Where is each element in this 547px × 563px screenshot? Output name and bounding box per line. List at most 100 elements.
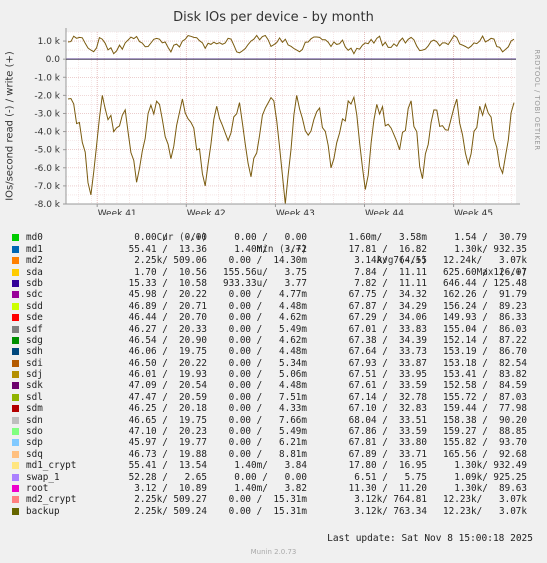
- legend-cur: 1.70 / 10.56: [134, 266, 207, 278]
- legend-swatch: [12, 416, 19, 424]
- y-ticks: 1.0 k 0.0 -1.0 k -2.0 k -3.0 k -4.0 k -5.0 k -6…: [34, 37, 66, 210]
- legend-max: 646.44 / 125.48: [443, 277, 527, 289]
- footer-version: Munin 2.0.73: [250, 548, 297, 556]
- legend-swatch: [12, 382, 19, 390]
- legend-avg: 67.14 / 32.78: [348, 391, 427, 403]
- legend-row: md1_crypt 55.41 / 13.54 1.40m/ 3.84 17.80 /…: [12, 460, 537, 471]
- legend-header: Cur (-/+) Min (-/+) Avg (-/+) Max (-/+): [12, 221, 537, 277]
- legend-max: 155.04 / 86.03: [443, 323, 527, 335]
- legend-max: 625.60 / 126.07: [443, 266, 527, 278]
- legend-avg: 67.86 / 33.59: [348, 426, 427, 438]
- legend-row: sdp 45.97 / 19.77 0.00 / 6.21m 67.81 / 33.8…: [12, 437, 537, 448]
- legend-avg: 67.61 / 33.59: [348, 380, 427, 392]
- legend-row: md1 55.41 / 13.36 1.40m/ 3.72 17.81 / 16.82…: [12, 244, 537, 255]
- legend-name: md2_crypt: [26, 494, 77, 506]
- legend-name: sda: [26, 266, 43, 278]
- legend-cur: 2.25k/ 509.06: [134, 255, 207, 267]
- legend-avg: 11.30 / 11.20: [348, 482, 427, 494]
- legend-cur: 46.73 / 19.88: [128, 448, 207, 460]
- legend-max: 1.09k/ 925.25: [454, 471, 527, 483]
- legend-row: sda 1.70 / 10.56 155.56u/ 3.75 7.84 / 11.11…: [12, 267, 537, 278]
- legend-avg: 3.12k/ 764.81: [354, 494, 427, 506]
- legend-max: 1.30k/ 89.63: [454, 482, 527, 494]
- x-tick-label: Week 41: [98, 209, 137, 215]
- legend-name: sdg: [26, 334, 43, 346]
- legend-max: 153.41 / 83.82: [443, 369, 527, 381]
- legend-row: sdg 46.54 / 20.90 0.00 / 4.62m 67.38 / 34.3…: [12, 335, 537, 346]
- legend-min: 1.40m/ 3.84: [234, 460, 307, 472]
- x-ticks: Week 41 Week 42 Week 43 Week 44 Week 45: [96, 204, 493, 215]
- legend-name: sdq: [26, 448, 43, 460]
- legend-max: 12.23k/ 3.07k: [443, 505, 527, 517]
- legend-min: 0.00 / 5.06m: [228, 369, 307, 381]
- legend-swatch: [12, 234, 19, 242]
- legend-name: sdd: [26, 300, 43, 312]
- legend-name: sdi: [26, 357, 43, 369]
- legend-name: sdk: [26, 380, 43, 392]
- legend-max: 165.56 / 92.68: [443, 448, 527, 460]
- legend-cur: 2.25k/ 509.27: [134, 494, 207, 506]
- legend-name: sdl: [26, 391, 43, 403]
- legend-max: 1.30k/ 932.35: [454, 243, 527, 255]
- legend-name: sdm: [26, 403, 43, 415]
- legend-max: 12.24k/ 3.07k: [443, 255, 527, 267]
- legend-max: 1.54 / 30.79: [454, 232, 527, 244]
- legend-name: sdf: [26, 323, 43, 335]
- legend-swatch: [12, 348, 19, 356]
- legend-avg: 67.64 / 33.73: [348, 346, 427, 358]
- legend-cur: 45.98 / 20.22: [128, 289, 207, 301]
- x-tick-label: Week 44: [365, 209, 404, 215]
- legend-min: 0.00 / 7.51m: [228, 391, 307, 403]
- legend-name: md1_crypt: [26, 460, 77, 472]
- legend-min: 0.00 / 4.48m: [228, 346, 307, 358]
- legend-row: md2_crypt 2.25k/ 509.27 0.00 / 15.31m 3.12k…: [12, 494, 537, 505]
- legend-row: swap_1 52.28 / 2.65 0.00 / 0.00 6.51 / 5.75…: [12, 472, 537, 483]
- legend-row: sdn 46.65 / 19.75 0.00 / 7.66m 68.04 / 33.5…: [12, 415, 537, 426]
- legend-cur: 55.41 / 13.36: [128, 243, 207, 255]
- legend-min: 0.00 / 14.30m: [228, 255, 307, 267]
- legend-avg: 3.14k/ 764.55: [354, 255, 427, 267]
- legend-min: 0.00 / 15.31m: [228, 494, 307, 506]
- legend-cur: 46.89 / 20.71: [128, 300, 207, 312]
- legend-max: 152.14 / 87.22: [443, 334, 527, 346]
- legend-swatch: [12, 450, 19, 458]
- legend-row: sdh 46.06 / 19.75 0.00 / 4.48m 67.64 / 33.7…: [12, 346, 537, 357]
- legend-min: 0.00 / 0.00: [234, 232, 307, 244]
- legend-row: md0 0.00 / 0.00 0.00 / 0.00 1.60m/ 3.58m 1.5…: [12, 232, 537, 243]
- legend-name: md0: [26, 232, 43, 244]
- legend-swatch: [12, 245, 19, 253]
- legend-min: 0.00 / 4.33m: [228, 403, 307, 415]
- legend-swatch: [12, 405, 19, 413]
- legend-min: 155.56u/ 3.75: [223, 266, 307, 278]
- legend-name: md2: [26, 255, 43, 267]
- legend-name: sdo: [26, 426, 43, 438]
- legend-avg: 67.29 / 34.06: [348, 312, 427, 324]
- y-tick-label: 0.0: [46, 55, 61, 65]
- legend-name: sdh: [26, 346, 43, 358]
- legend-swatch: [12, 314, 19, 322]
- legend-cur: 3.12 / 10.89: [134, 482, 207, 494]
- legend-name: md1: [26, 243, 43, 255]
- legend-min: 0.00 / 0.00: [234, 471, 307, 483]
- legend-cur: 55.41 / 13.54: [128, 460, 207, 472]
- legend-avg: 67.89 / 33.71: [348, 448, 427, 460]
- legend-cur: 46.50 / 20.22: [128, 357, 207, 369]
- legend-cur: 46.06 / 19.75: [128, 346, 207, 358]
- legend-avg: 67.01 / 33.83: [348, 323, 427, 335]
- legend-name: sdn: [26, 414, 43, 426]
- legend-cur: 47.09 / 20.54: [128, 380, 207, 392]
- legend-name: sdb: [26, 277, 43, 289]
- legend-swatch: [12, 325, 19, 333]
- last-update: Last update: Sat Nov 8 15:00:18 2025: [327, 533, 533, 544]
- legend-avg: 67.38 / 34.39: [348, 334, 427, 346]
- chart-plot: 1.0 k 0.0 -1.0 k -2.0 k -3.0 k -4.0 k -5.0 k -6…: [34, 28, 520, 215]
- legend-min: 0.00 / 4.62m: [228, 334, 307, 346]
- legend-swatch: [12, 484, 19, 492]
- legend-name: root: [26, 482, 49, 494]
- legend-swatch: [12, 428, 19, 436]
- legend-swatch: [12, 359, 19, 367]
- legend-row: sdb 15.33 / 10.58 933.33u/ 3.77 7.82 / 11.1…: [12, 278, 537, 289]
- legend-max: 158.38 / 90.20: [443, 414, 527, 426]
- legend-min: 1.40m/ 3.82: [234, 482, 307, 494]
- legend-avg: 67.93 / 33.87: [348, 357, 427, 369]
